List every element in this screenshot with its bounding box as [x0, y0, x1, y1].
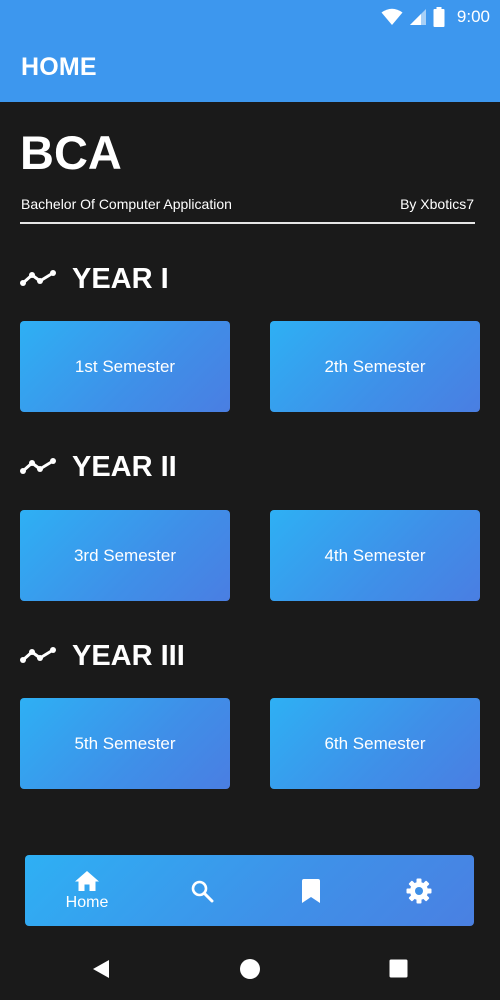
nav-item-bookmarks[interactable]	[271, 855, 351, 926]
year-label: YEAR II	[72, 450, 177, 483]
year-label: YEAR I	[72, 262, 169, 295]
system-nav-bar	[0, 938, 500, 1000]
home-icon	[75, 870, 99, 891]
back-icon[interactable]	[91, 959, 111, 979]
semester-button-5[interactable]: 5th Semester	[20, 698, 230, 789]
trending-line-icon	[20, 458, 56, 474]
year-header-1: YEAR I	[20, 259, 169, 299]
semester-button-4[interactable]: 4th Semester	[270, 510, 480, 601]
year-label: YEAR III	[72, 639, 185, 672]
semester-button-1[interactable]: 1st Semester	[20, 321, 230, 412]
home-circle-icon[interactable]	[239, 958, 261, 980]
year-header-2: YEAR II	[20, 447, 177, 487]
nav-item-settings[interactable]	[379, 855, 459, 926]
status-time: 9:00	[456, 6, 490, 26]
year-header-3: YEAR III	[20, 636, 185, 676]
gear-icon	[406, 878, 432, 903]
bottom-nav: Home	[25, 855, 474, 926]
status-icons: 9:00	[381, 0, 490, 33]
status-bar: 9:00	[0, 0, 500, 33]
trending-line-icon	[20, 647, 56, 663]
semester-button-6[interactable]: 6th Semester	[270, 698, 480, 789]
recents-icon[interactable]	[389, 959, 408, 978]
page-title: BCA	[20, 126, 122, 179]
cell-signal-icon	[409, 8, 426, 25]
search-icon	[191, 880, 214, 902]
battery-icon	[433, 6, 445, 27]
semester-button-2[interactable]: 2th Semester	[270, 321, 480, 412]
bookmark-icon	[302, 878, 320, 903]
nav-item-search[interactable]	[162, 855, 242, 926]
nav-label-home: Home	[65, 893, 109, 911]
header-divider	[20, 222, 475, 224]
trending-line-icon	[20, 270, 56, 286]
author-credit: By Xbotics7	[400, 196, 474, 212]
wifi-icon	[381, 8, 403, 25]
semester-button-3[interactable]: 3rd Semester	[20, 510, 230, 601]
app-bar: HOME	[0, 33, 500, 102]
app-title: HOME	[21, 53, 97, 81]
page-subtitle: Bachelor Of Computer Application	[21, 196, 232, 212]
nav-item-home[interactable]: Home	[47, 855, 127, 926]
